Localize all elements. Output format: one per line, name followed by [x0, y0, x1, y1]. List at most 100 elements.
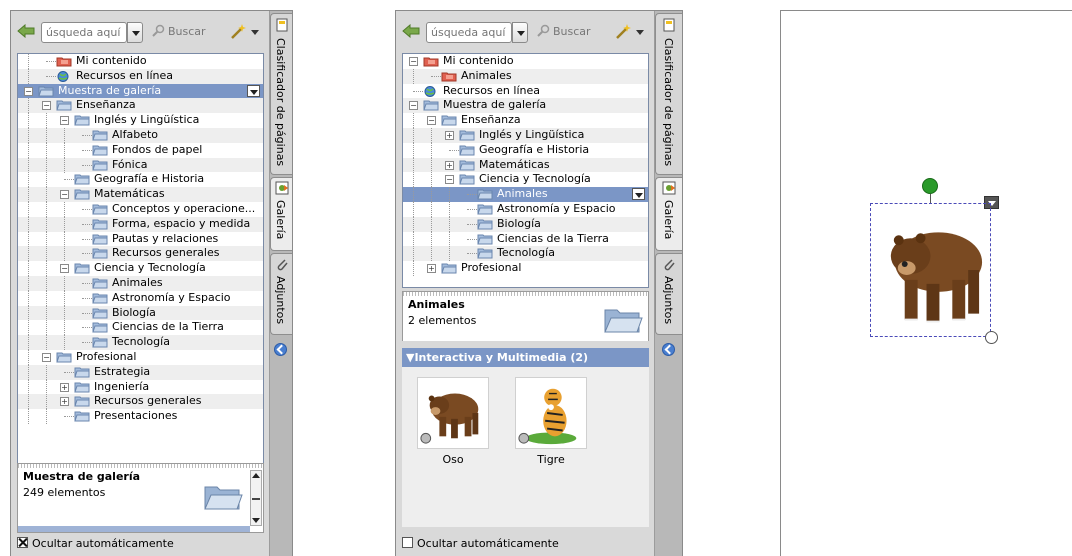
magic-wand-icon[interactable] — [614, 23, 632, 41]
gallery-item-tigre[interactable] — [515, 377, 587, 449]
collapse-icon[interactable]: − — [60, 116, 69, 126]
tab-page-sorter[interactable]: Clasificador de páginas — [655, 13, 682, 175]
row-menu-button[interactable] — [632, 188, 645, 201]
tree-row[interactable]: Mi contenido — [18, 54, 263, 69]
splitter-grip[interactable] — [403, 292, 648, 296]
tree-row[interactable]: + Recursos generales — [18, 394, 263, 410]
tab-attachments[interactable]: Adjuntos — [270, 253, 292, 335]
gallery-section-header[interactable]: ▼Interactiva y Multimedia (2) — [402, 348, 649, 367]
tree-row[interactable]: Astronomía y Espacio — [18, 290, 263, 306]
collapse-icon[interactable]: − — [42, 101, 51, 111]
collapse-icon[interactable]: − — [24, 86, 33, 96]
search-box[interactable] — [426, 22, 512, 43]
tree-row[interactable]: − Mi contenido — [403, 54, 648, 69]
search-box[interactable] — [41, 22, 127, 43]
tree-row[interactable]: Animales — [18, 275, 263, 291]
expand-icon[interactable]: + — [445, 130, 454, 140]
magic-wand-icon[interactable] — [229, 23, 247, 41]
tree-guide — [28, 113, 29, 129]
chevron-down-icon[interactable] — [636, 30, 644, 35]
gallery-item-oso[interactable] — [417, 377, 489, 449]
tree-row[interactable]: + Matemáticas — [403, 157, 648, 173]
tree-row[interactable]: Ciencias de la Tierra — [403, 231, 648, 247]
info-scrollbar[interactable] — [250, 470, 262, 526]
collapse-icon[interactable]: − — [42, 352, 51, 362]
tree-row[interactable]: Recursos en línea — [403, 84, 648, 99]
search-dropdown-button[interactable] — [512, 22, 528, 43]
tree-row[interactable]: − Ciencia y Tecnología — [403, 172, 648, 188]
tree-row[interactable]: Recursos generales — [18, 246, 263, 262]
tree-guide — [64, 231, 65, 247]
back-arrow-icon[interactable] — [402, 24, 420, 38]
tree-row[interactable]: Biología — [403, 216, 648, 232]
resize-handle[interactable] — [985, 331, 998, 344]
tree-row[interactable]: + Inglés y Lingüística — [403, 127, 648, 143]
folder-icon — [92, 308, 108, 319]
back-arrow-icon[interactable] — [17, 24, 35, 38]
info-progress-strip — [18, 526, 250, 532]
tree-row[interactable]: − Matemáticas — [18, 187, 263, 203]
tree-guide — [413, 246, 414, 262]
collapse-icon[interactable]: − — [60, 190, 69, 200]
search-input[interactable] — [427, 23, 511, 42]
search-dropdown-button[interactable] — [127, 22, 143, 43]
tree-row[interactable]: Conceptos y operacione... — [18, 201, 263, 217]
tab-page-sorter[interactable]: Clasificador de páginas — [270, 13, 292, 175]
collapse-icon[interactable] — [662, 343, 675, 356]
tree-row[interactable]: Fondos de papel — [18, 142, 263, 158]
collapse-icon[interactable]: − — [445, 175, 454, 185]
collapse-icon[interactable]: − — [409, 101, 418, 111]
tab-gallery[interactable]: Galería — [655, 177, 682, 251]
collapse-icon[interactable]: − — [60, 264, 69, 274]
expand-icon[interactable]: + — [445, 160, 454, 170]
tree-row[interactable]: + Profesional — [403, 261, 648, 277]
tree-row[interactable]: Astronomía y Espacio — [403, 201, 648, 217]
chevron-down-icon[interactable] — [251, 30, 259, 35]
folder-icon — [459, 174, 475, 185]
expand-icon[interactable]: + — [427, 264, 436, 274]
collapse-icon[interactable] — [274, 343, 287, 356]
search-button[interactable]: Buscar — [553, 25, 591, 38]
collapse-icon[interactable]: − — [409, 57, 418, 66]
rotate-handle[interactable] — [922, 178, 938, 194]
expand-icon[interactable]: + — [60, 382, 69, 392]
selected-object[interactable] — [870, 203, 991, 337]
autohide-checkbox[interactable] — [402, 537, 413, 548]
tree-row[interactable]: Presentaciones — [18, 409, 263, 425]
tree-row[interactable]: Animales — [403, 187, 648, 203]
tree-row[interactable]: − Profesional — [18, 349, 263, 365]
splitter-grip[interactable] — [18, 464, 263, 468]
my-content-icon — [56, 56, 72, 67]
tree-row[interactable]: − Enseñanza — [403, 113, 648, 129]
tree-row[interactable]: Ciencias de la Tierra — [18, 320, 263, 336]
tree-row[interactable]: − Ciencia y Tecnología — [18, 261, 263, 277]
autohide-option[interactable]: Ocultar automáticamente — [17, 537, 174, 550]
tab-gallery[interactable]: Galería — [270, 177, 292, 251]
tree-row[interactable]: Geografía e Historia — [18, 172, 263, 188]
tree-row[interactable]: Recursos en línea — [18, 68, 263, 84]
tree-row-label: Recursos en línea — [443, 83, 540, 97]
expand-icon[interactable]: + — [60, 397, 69, 407]
row-menu-button[interactable] — [247, 84, 260, 97]
collapse-icon[interactable]: − — [427, 116, 436, 126]
search-button[interactable]: Buscar — [168, 25, 206, 38]
tree-row[interactable]: − Muestra de galería — [18, 83, 263, 99]
tab-attachments[interactable]: Adjuntos — [655, 253, 682, 335]
tree-row[interactable]: Alfabeto — [18, 127, 263, 143]
tree-row[interactable]: Animales — [403, 68, 648, 84]
tree-row[interactable]: Estrategia — [18, 364, 263, 380]
tree-row[interactable]: Forma, espacio y medida — [18, 216, 263, 232]
search-input[interactable] — [42, 23, 126, 42]
tree-row[interactable]: Tecnología — [403, 246, 648, 262]
tree-row[interactable]: Biología — [18, 305, 263, 321]
autohide-option[interactable]: Ocultar automáticamente — [402, 537, 559, 550]
tree-row[interactable]: Geografía e Historia — [403, 142, 648, 158]
tree-row[interactable]: − Enseñanza — [18, 98, 263, 114]
tree-row[interactable]: − Inglés y Lingüística — [18, 113, 263, 129]
tree-row[interactable]: − Muestra de galería — [403, 98, 648, 114]
tree-row[interactable]: Tecnología — [18, 335, 263, 351]
autohide-checkbox[interactable] — [17, 537, 28, 548]
tree-row[interactable]: Pautas y relaciones — [18, 231, 263, 247]
tree-row[interactable]: Fónica — [18, 157, 263, 173]
tree-row[interactable]: + Ingeniería — [18, 379, 263, 395]
